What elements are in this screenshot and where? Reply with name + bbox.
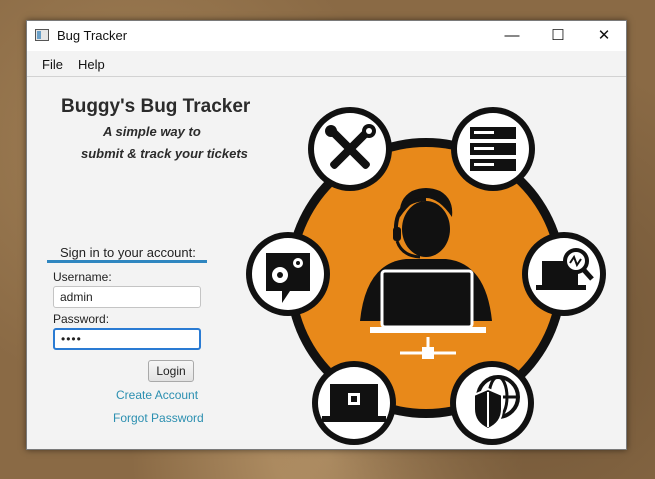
menu-file[interactable]: File (42, 57, 63, 72)
signin-underline (47, 260, 207, 263)
login-button[interactable]: Login (148, 360, 194, 382)
server-rack-icon (451, 107, 535, 191)
password-label: Password: (53, 312, 110, 326)
username-input[interactable] (53, 286, 201, 308)
app-heading: Buggy's Bug Tracker (61, 96, 251, 117)
window-app-icon (35, 29, 49, 41)
signin-heading: Sign in to your account: (60, 245, 196, 260)
tools-icon (308, 107, 392, 191)
minimize-button[interactable]: — (489, 21, 535, 51)
menu-bar: File Help (27, 51, 626, 77)
hardware-laptop-icon (312, 361, 396, 445)
tagline-line2: submit & track your tickets (81, 146, 248, 161)
tagline-line1: A simple way to (103, 124, 201, 139)
security-globe-icon (450, 361, 534, 445)
menu-help[interactable]: Help (78, 57, 105, 72)
gear-chat-icon (246, 232, 330, 316)
app-window: Bug Tracker — ☐ ✕ File Help Buggy's Bug … (26, 20, 627, 450)
monitoring-laptop-icon (522, 232, 606, 316)
create-account-link[interactable]: Create Account (116, 388, 198, 402)
close-button[interactable]: ✕ (581, 21, 627, 51)
window-title: Bug Tracker (57, 28, 128, 43)
bug-tracker-illustration (246, 107, 606, 445)
username-label: Username: (53, 270, 112, 284)
password-input[interactable] (53, 328, 201, 350)
title-bar[interactable]: Bug Tracker — ☐ ✕ (27, 21, 626, 51)
maximize-button[interactable]: ☐ (535, 21, 581, 51)
forgot-password-link[interactable]: Forgot Password (113, 411, 204, 425)
